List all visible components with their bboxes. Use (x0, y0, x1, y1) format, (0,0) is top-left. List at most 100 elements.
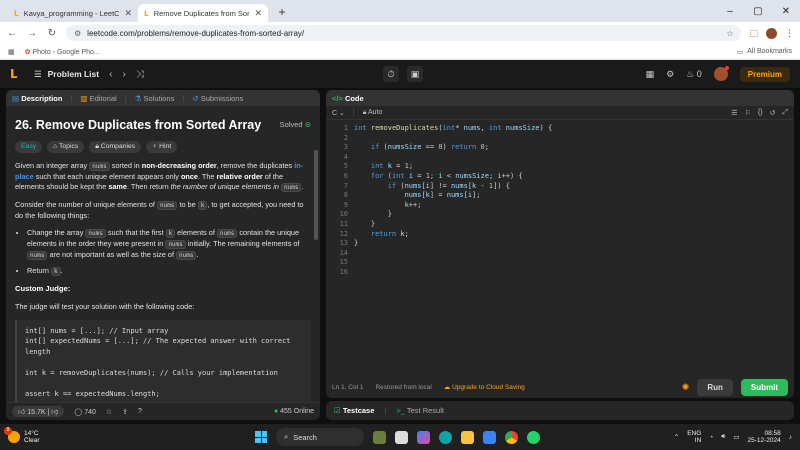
task-view-icon[interactable] (395, 430, 408, 444)
bookmark-star-icon[interactable]: ☆ (726, 29, 733, 38)
weather-widget[interactable]: 9 14°C Clear (4, 427, 40, 444)
site-info-icon[interactable]: ⚙ (74, 29, 81, 38)
description-footer: 👍︎ 15.7K | 👎︎ ◯ 740 ☆ ⇪ ? ● 455 Online (6, 402, 320, 420)
code-editor[interactable]: 1 2 3 4 5 6 7 8 9 10 11 12 13 14 15 16 int removeDuplic… (326, 120, 794, 276)
braces-icon[interactable]: {} (758, 109, 763, 117)
statement-paragraph: Consider the number of unique elements o… (15, 199, 304, 220)
tab-title: Kavya_programming - LeetCode (23, 8, 120, 18)
shuffle-icon[interactable]: ⤨ (136, 69, 144, 80)
streak-counter[interactable]: ♨ 0 (686, 69, 702, 80)
list-icon: ☰ (34, 68, 42, 79)
close-tab-icon[interactable]: ✕ (124, 8, 132, 19)
chevron-up-icon[interactable]: ⌃ (674, 433, 679, 441)
tab-solutions[interactable]: ⚗ Solutions (135, 94, 175, 103)
thumbs-up-icon: 👍︎ (18, 409, 26, 416)
problem-title[interactable]: 26. Remove Duplicates from Sorted Array (15, 116, 261, 134)
tab-test-result[interactable]: >_ Test Result (396, 406, 444, 415)
like-button[interactable]: 👍︎ 15.7K | 👎︎ (12, 406, 65, 417)
cursor-position: Ln 1, Col 1 (332, 383, 364, 391)
file-explorer-icon[interactable] (461, 430, 474, 444)
thumbs-down-icon: 👎︎ (51, 409, 59, 416)
windows-start-icon[interactable] (255, 431, 267, 443)
reload-icon[interactable]: ↻ (46, 28, 58, 39)
menu-icon[interactable]: ⋮ (785, 28, 794, 39)
timer-icon[interactable]: ⏱ (383, 66, 399, 82)
battery-icon[interactable]: ▭ (733, 433, 739, 441)
next-problem-icon[interactable]: › (122, 69, 125, 80)
reset-icon[interactable]: ↺ (770, 109, 776, 117)
taskbar-search[interactable]: ⌕ Search (276, 428, 364, 446)
checkbox-icon: ☑ (334, 406, 341, 415)
close-tab-icon[interactable]: ✕ (254, 8, 262, 19)
tab-testcase[interactable]: ☑ Testcase (334, 406, 374, 415)
wifi-icon[interactable]: ◔ (709, 434, 713, 441)
upgrade-link[interactable]: ☁ Upgrade to Cloud Saving (444, 383, 525, 391)
comments-button[interactable]: ◯ 740 (74, 408, 95, 416)
clock[interactable]: 08:58 25-12-2024 (748, 430, 781, 445)
tab-description[interactable]: ▤ Description (12, 94, 62, 103)
windows-taskbar: 9 14°C Clear ⌕ Search ⌃ ENG IN ◔ 🔊︎ ▭ 08:5… (0, 424, 800, 450)
layout-icon[interactable]: ▦ (646, 69, 655, 80)
topics-chip[interactable]: ⌂ Topics (47, 141, 85, 153)
code-tab[interactable]: </> Code (332, 94, 364, 103)
submit-button[interactable]: Submit (740, 378, 788, 396)
close-window-icon[interactable]: ✕ (772, 6, 800, 17)
photos-icon: ✿ (24, 48, 31, 56)
browser-tab-problem[interactable]: ᒪ Remove Duplicates from Sorted ✕ (138, 4, 268, 22)
minimize-icon[interactable]: – (716, 6, 744, 17)
auto-mode[interactable]: 🔒︎ Auto (363, 109, 383, 117)
browser-tab-profile[interactable]: ᒪ Kavya_programming - LeetCode ✕ (8, 4, 138, 22)
back-icon[interactable]: ← (6, 28, 18, 39)
widgets-app-icon[interactable] (373, 430, 386, 444)
book-icon: ▥ (80, 93, 88, 103)
lock-icon: 🔒︎ (362, 108, 367, 116)
bookmark-item[interactable]: ✿ Photo - Google Pho... (25, 48, 100, 56)
store-icon[interactable] (483, 430, 496, 444)
prev-problem-icon[interactable]: ‹ (109, 69, 112, 80)
share-icon[interactable]: ⇪ (122, 408, 128, 416)
notes-icon[interactable]: ▣ (407, 66, 423, 82)
leetcode-logo-icon[interactable]: ᒪ (10, 67, 22, 81)
hint-chip[interactable]: ♀ Hint (146, 141, 178, 153)
extensions-icon[interactable]: ⬚ (749, 28, 758, 39)
tab-editorial[interactable]: ▥ Editorial (80, 94, 116, 103)
companies-chip[interactable]: 🔒︎ Companies (89, 141, 142, 153)
url-field[interactable]: ⚙ leetcode.com/problems/remove-duplicate… (66, 25, 742, 41)
list-item: Return k. (27, 266, 311, 277)
premium-button[interactable]: Premium (739, 66, 790, 82)
statement-paragraph: Given an integer array nums sorted in no… (15, 160, 304, 193)
bookmark-icon[interactable]: ⚐ (745, 109, 751, 117)
window-controls: – ▢ ✕ (716, 0, 800, 22)
source-code: int removeDuplicates(int* nums, int nums… (354, 124, 553, 248)
judge-code-block: int[] nums = [...]; // Input array int[]… (15, 319, 311, 406)
custom-judge-heading: Custom Judge: (15, 283, 71, 293)
new-tab-button[interactable]: + (274, 4, 290, 20)
description-scrollbar[interactable] (314, 150, 318, 240)
favorite-star-icon[interactable]: ☆ (106, 408, 112, 416)
profile-avatar-icon[interactable] (766, 27, 777, 39)
whatsapp-icon[interactable] (527, 430, 540, 444)
apps-icon[interactable]: ▦ (8, 48, 15, 56)
folder-icon: ▭ (736, 48, 744, 56)
flask-icon: ⚗ (134, 93, 142, 103)
debug-icon[interactable]: ✺ (682, 382, 690, 393)
maximize-icon[interactable]: ▢ (744, 6, 772, 17)
all-bookmarks-button[interactable]: ▭ All Bookmarks (737, 48, 792, 56)
language-indicator[interactable]: ENG IN (687, 430, 701, 445)
fullscreen-icon[interactable]: ⤢ (782, 109, 788, 117)
help-icon[interactable]: ? (138, 408, 142, 415)
chrome-icon[interactable] (505, 430, 518, 444)
problem-list-button[interactable]: ☰ Problem List (34, 69, 99, 80)
edge-icon[interactable] (439, 430, 452, 444)
copilot-icon[interactable] (417, 430, 430, 444)
tab-submissions[interactable]: ↺ Submissions (192, 94, 243, 103)
language-select[interactable]: C ⌄ (332, 109, 345, 117)
volume-icon[interactable]: 🔊︎ (721, 433, 725, 441)
format-icon[interactable]: ☰ (731, 109, 737, 117)
settings-gear-icon[interactable]: ⚙ (666, 69, 674, 80)
notification-bell-icon[interactable]: ♪ (789, 434, 792, 441)
forward-icon[interactable]: → (26, 28, 38, 39)
judge-intro: The judge will test your solution with t… (15, 301, 195, 311)
user-avatar[interactable] (713, 66, 729, 81)
run-button[interactable]: Run (697, 378, 733, 396)
